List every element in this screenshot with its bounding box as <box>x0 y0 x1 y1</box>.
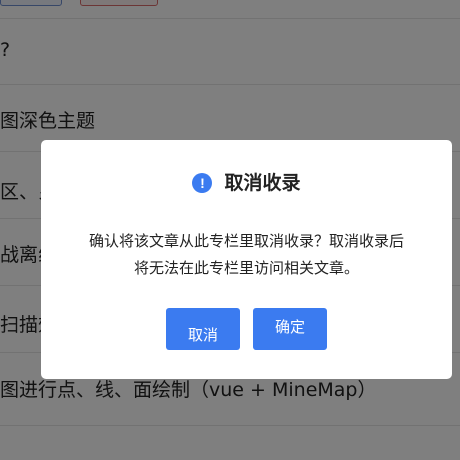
exclamation-circle-icon: ! <box>192 173 213 193</box>
confirm-button[interactable]: 确定 <box>253 308 327 350</box>
confirm-dialog: ! 取消收录 确认将该文章从此专栏里取消收录？取消收录后 将无法在此专栏里访问相… <box>41 140 452 379</box>
cancel-button[interactable]: 取消 <box>166 308 240 350</box>
dialog-message: 确认将该文章从此专栏里取消收录？取消收录后 将无法在此专栏里访问相关文章。 <box>61 228 432 282</box>
dialog-header: ! 取消收录 <box>41 170 452 196</box>
dialog-message-line: 将无法在此专栏里访问相关文章。 <box>133 259 359 277</box>
dialog-message-line: 确认将该文章从此专栏里取消收录？取消收录后 <box>88 232 404 250</box>
dialog-title: 取消收录 <box>224 172 301 194</box>
